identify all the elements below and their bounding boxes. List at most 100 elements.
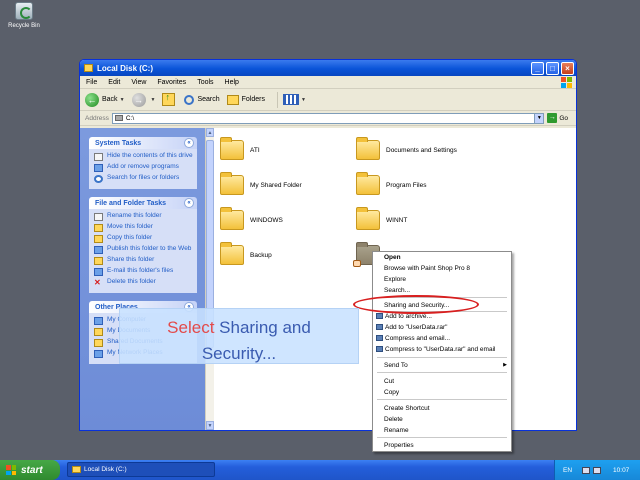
task-add-remove-programs[interactable]: Add or remove programs: [94, 163, 193, 172]
title-bar[interactable]: Local Disk (C:) _ □ ×: [80, 60, 576, 76]
callout-line1-rest: Sharing and: [214, 318, 311, 337]
recycle-bin-desktop-icon[interactable]: Recycle Bin: [4, 2, 44, 29]
chevron-down-icon: ▼: [119, 96, 125, 103]
maximize-button[interactable]: □: [546, 61, 559, 75]
taskbar-window-button[interactable]: Local Disk (C:): [67, 462, 215, 477]
task-copy-folder[interactable]: Copy this folder: [94, 234, 193, 243]
minimize-button[interactable]: _: [531, 61, 544, 75]
search-icon: [184, 94, 195, 105]
menu-separator: [377, 437, 507, 438]
menu-item-browse-paint-shop[interactable]: Browse with Paint Shop Pro 8: [384, 265, 470, 272]
folder-item[interactable]: ATI: [220, 137, 260, 160]
folder-item[interactable]: My Shared Folder: [220, 172, 302, 195]
menu-file[interactable]: File: [86, 79, 97, 86]
winrar-icon: [376, 313, 383, 319]
views-button[interactable]: ▼: [283, 94, 306, 105]
menu-item-explore[interactable]: Explore: [384, 276, 406, 283]
context-menu: Open Browse with Paint Shop Pro 8 Explor…: [372, 251, 512, 452]
system-tasks-panel: System Tasks « Hide the contents of this…: [89, 137, 197, 189]
go-button[interactable]: → Go: [547, 113, 568, 123]
callout-highlight-word: Select: [167, 318, 215, 337]
task-search-files[interactable]: Search for files or folders: [94, 174, 193, 183]
scroll-up-button[interactable]: ▲: [206, 128, 214, 137]
menu-item-compress-rar-email[interactable]: Compress to "UserData.rar" and email: [376, 346, 495, 353]
chevron-down-icon: ▼: [150, 96, 156, 103]
menu-item-label: Compress and email...: [385, 335, 451, 342]
publish-web-icon: [94, 246, 103, 254]
menu-item-copy[interactable]: Copy: [384, 389, 399, 396]
menu-item-search[interactable]: Search...: [384, 287, 410, 294]
close-button[interactable]: ×: [561, 61, 574, 75]
collapse-icon[interactable]: «: [184, 198, 194, 208]
task-label: Search for files or folders: [107, 174, 180, 181]
task-share-folder[interactable]: Share this folder: [94, 256, 193, 265]
start-button[interactable]: start: [0, 460, 60, 480]
menu-bar: File Edit View Favorites Tools Help: [80, 76, 576, 89]
folder-item[interactable]: Documents and Settings: [356, 137, 457, 160]
menu-item-create-shortcut[interactable]: Create Shortcut: [384, 405, 430, 412]
system-tasks-header[interactable]: System Tasks «: [89, 137, 197, 149]
menu-view[interactable]: View: [131, 79, 146, 86]
file-folder-tasks-header[interactable]: File and Folder Tasks «: [89, 197, 197, 209]
back-button[interactable]: ← Back ▼: [85, 92, 125, 107]
task-publish-folder[interactable]: Publish this folder to the Web: [94, 245, 193, 254]
network-tray-icon[interactable]: [582, 466, 591, 474]
forward-button[interactable]: → ▼: [131, 92, 156, 107]
task-pane-scrollbar[interactable]: ▲ ▼: [205, 128, 214, 430]
menu-item-add-to-archive[interactable]: Add to archive...: [376, 313, 432, 320]
address-dropdown-button[interactable]: ▼: [534, 113, 544, 123]
menu-item-rename[interactable]: Rename: [384, 427, 409, 434]
folder-item[interactable]: Program Files: [356, 172, 427, 195]
menu-item-cut[interactable]: Cut: [384, 378, 394, 385]
menu-item-open[interactable]: Open: [384, 254, 401, 261]
go-label: Go: [559, 114, 568, 122]
menu-item-send-to[interactable]: Send To: [384, 362, 408, 369]
task-email-folder[interactable]: E-mail this folder's files: [94, 267, 193, 276]
menu-help[interactable]: Help: [225, 79, 239, 86]
folder-item[interactable]: WINNT: [356, 207, 408, 230]
folder-icon: [356, 207, 380, 230]
menu-separator: [377, 357, 507, 358]
folder-icon: [220, 137, 244, 160]
folder-item[interactable]: WINDOWS: [220, 207, 283, 230]
menu-tools[interactable]: Tools: [197, 79, 213, 86]
folder-icon: [72, 466, 81, 473]
task-delete-folder[interactable]: ✕ Delete this folder: [94, 278, 193, 287]
recycle-bin-label: Recycle Bin: [8, 23, 40, 29]
folder-name: WINNT: [386, 216, 408, 224]
folder-name: ATI: [250, 146, 260, 154]
search-button[interactable]: Search: [184, 94, 220, 105]
winrar-icon: [376, 324, 383, 330]
toolbar: ← Back ▼ → ▼ Search Folders ▼: [80, 89, 576, 111]
menu-edit[interactable]: Edit: [108, 79, 120, 86]
folder-name: My Shared Folder: [250, 181, 302, 189]
task-rename-folder[interactable]: Rename this folder: [94, 212, 193, 221]
menu-favorites[interactable]: Favorites: [157, 79, 186, 86]
scroll-down-button[interactable]: ▼: [206, 421, 214, 430]
drive-icon: [84, 64, 93, 72]
menu-item-add-to-rar[interactable]: Add to "UserData.rar": [376, 324, 447, 331]
chevron-down-icon: ▼: [301, 96, 306, 103]
file-folder-tasks-title: File and Folder Tasks: [95, 199, 167, 207]
folder-icon: [220, 207, 244, 230]
menu-item-label: Add to "UserData.rar": [385, 324, 448, 331]
move-folder-icon: [94, 224, 103, 232]
go-arrow-icon: →: [547, 113, 558, 123]
address-input[interactable]: C:\ ▼: [111, 112, 545, 124]
folder-item[interactable]: Backup: [220, 242, 272, 265]
folders-button[interactable]: Folders: [226, 94, 265, 105]
language-indicator[interactable]: EN: [563, 467, 572, 474]
menu-item-compress-email[interactable]: Compress and email...: [376, 335, 450, 342]
collapse-icon[interactable]: «: [184, 138, 194, 148]
folder-name: Program Files: [386, 181, 427, 189]
volume-tray-icon[interactable]: [593, 466, 602, 474]
task-move-folder[interactable]: Move this folder: [94, 223, 193, 232]
up-button[interactable]: [162, 92, 177, 106]
task-hide-drive-contents[interactable]: Hide the contents of this drive: [94, 152, 193, 161]
menu-item-properties[interactable]: Properties: [384, 442, 414, 449]
menu-item-delete[interactable]: Delete: [384, 416, 403, 423]
folder-icon: [220, 242, 244, 265]
task-label: Hide the contents of this drive: [107, 152, 193, 159]
task-label: Move this folder: [107, 223, 153, 230]
folders-label: Folders: [241, 96, 265, 103]
